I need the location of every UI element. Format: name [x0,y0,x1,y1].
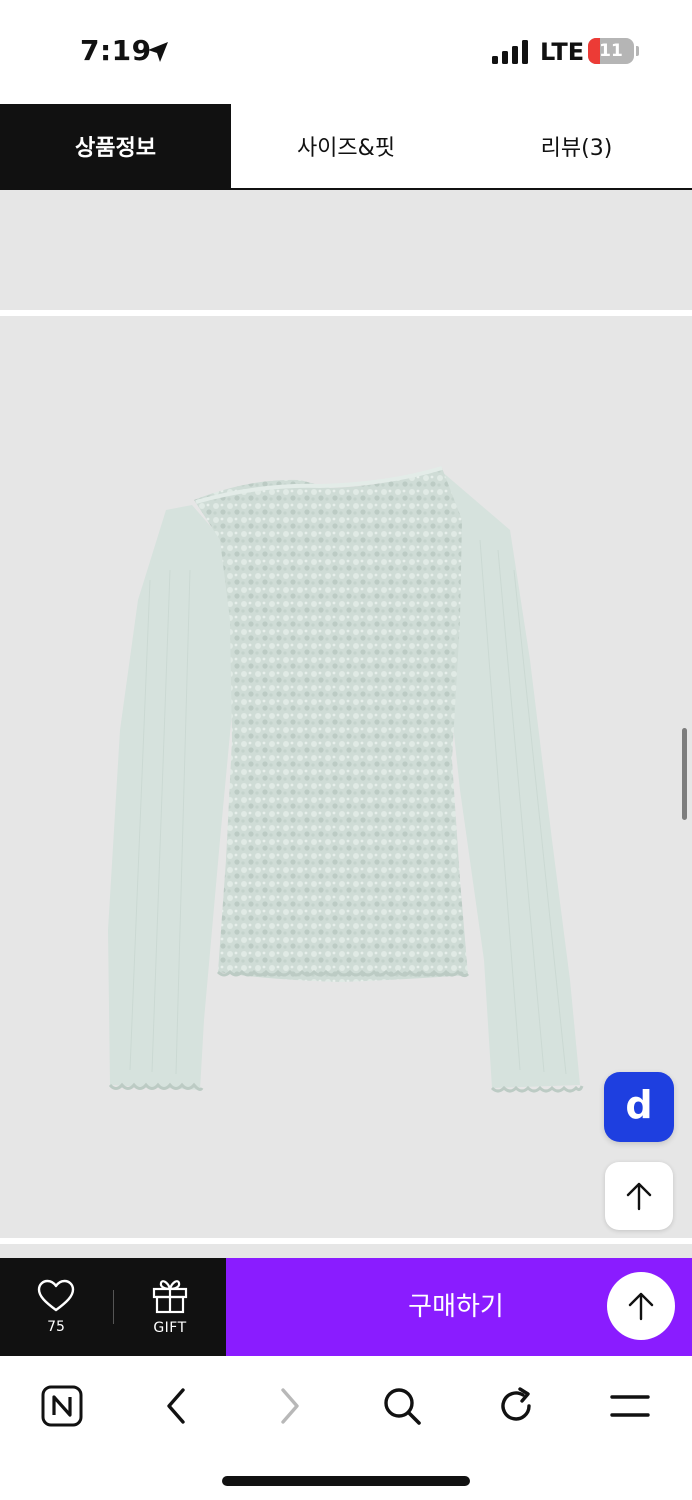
arrow-up-icon [626,1182,652,1211]
tab-reviews[interactable]: 리뷰(3) [461,104,692,188]
reload-icon [501,1387,531,1421]
home-indicator [222,1476,470,1486]
back-button[interactable] [146,1376,206,1436]
tab-reviews-label: 리뷰(3) [540,136,613,161]
like-button[interactable]: 75 [14,1258,98,1356]
gift-button[interactable]: GIFT [128,1258,212,1356]
product-image-previous [0,190,692,310]
like-count: 75 [47,1319,65,1335]
status-bar: 7:19 LTE 11 [0,0,692,104]
menu-icon [610,1395,650,1417]
divider [113,1290,114,1324]
forward-icon [281,1388,299,1424]
product-tabs: 상품정보 사이즈&핏 리뷰(3) [0,104,692,190]
product-photo-top [108,466,584,1093]
purchase-bar-actions: 75 GIFT [0,1258,226,1356]
search-icon [384,1388,421,1425]
gift-label: GIFT [153,1320,187,1336]
scroll-top-button[interactable] [605,1162,673,1230]
search-button[interactable] [372,1376,432,1436]
reload-button[interactable] [486,1376,546,1436]
naver-home-icon [41,1385,83,1427]
menu-button[interactable] [600,1376,660,1436]
purchase-bar: 75 GIFT 구매하기 [0,1258,692,1356]
gift-icon [152,1280,188,1314]
tab-product-info-label: 상품정보 [75,136,156,161]
battery-level: 11 [599,41,623,61]
signal-icon [492,40,528,64]
naver-home-button[interactable] [32,1376,92,1436]
tab-size-fit[interactable]: 사이즈&핏 [231,104,461,188]
arrow-up-icon [628,1292,654,1321]
tab-size-fit-label: 사이즈&핏 [296,136,396,161]
scrollbar[interactable] [682,728,687,820]
status-time: 7:19 [80,34,152,67]
forward-button[interactable] [260,1376,320,1436]
battery-tip [636,46,639,56]
buy-bar-scroll-top-button[interactable] [607,1272,675,1340]
d-app-button[interactable]: d [604,1072,674,1142]
network-type: LTE [540,38,585,66]
heart-icon [37,1279,75,1312]
battery-icon: 11 [588,38,634,64]
back-icon [167,1388,185,1424]
location-arrow-icon [148,42,168,62]
product-image-next [0,1244,692,1258]
d-logo-icon: d [625,1083,653,1127]
tab-product-info[interactable]: 상품정보 [0,104,231,188]
